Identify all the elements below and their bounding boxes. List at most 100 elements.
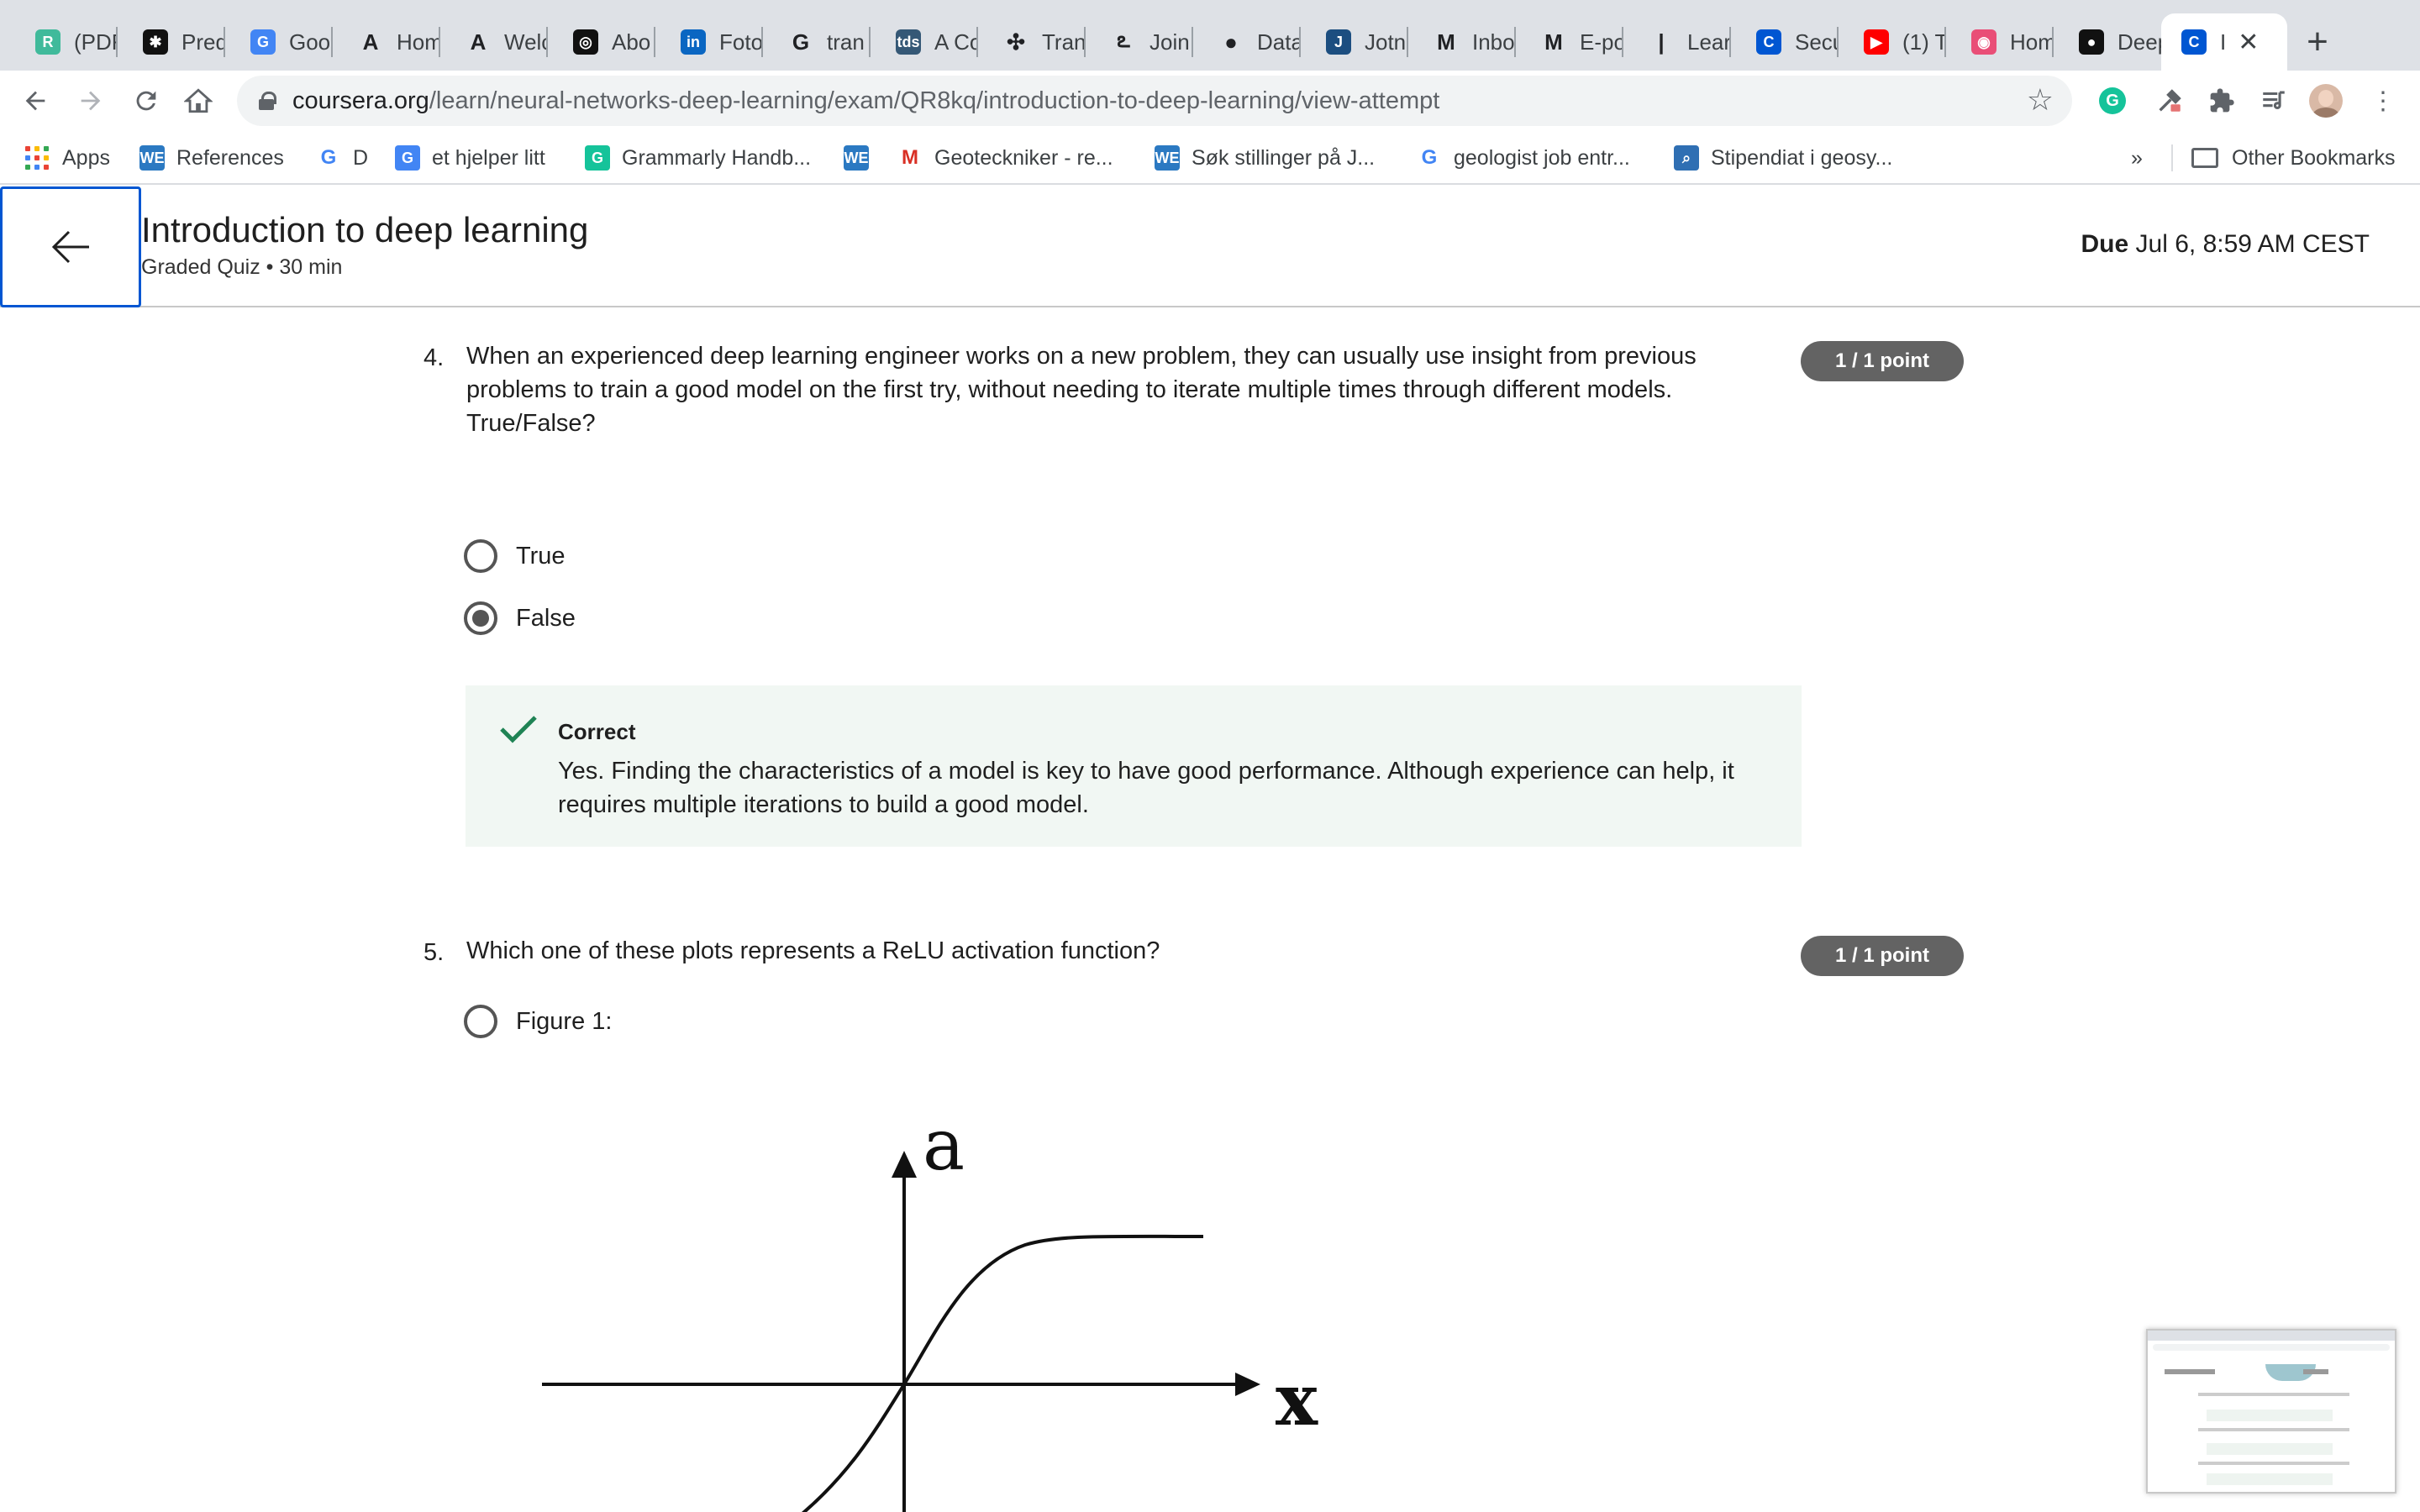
tab-11[interactable]: ● Data xyxy=(1193,13,1301,71)
reload-button[interactable] xyxy=(123,77,170,124)
tab-7[interactable]: Gtran xyxy=(763,13,871,71)
bookmarks-divider xyxy=(2171,144,2173,171)
y-axis-label: a xyxy=(923,1131,965,1186)
tab-13[interactable]: M Inbo xyxy=(1408,13,1516,71)
tab-12[interactable]: J Jotn xyxy=(1301,13,1408,71)
browser-menu-kebab-icon[interactable]: ⋮ xyxy=(2363,81,2403,121)
forward-nav-button[interactable] xyxy=(67,77,114,124)
tab-14[interactable]: M E-po xyxy=(1516,13,1623,71)
tab-label: E-po xyxy=(1580,29,1623,55)
github-icon: ● xyxy=(2079,29,2104,55)
back-nav-button[interactable] xyxy=(12,77,59,124)
answer-option-false[interactable]: False xyxy=(464,601,576,635)
x-axis-arrowhead xyxy=(1235,1373,1260,1396)
bookmark-item[interactable]: G Grammarly Handb... xyxy=(585,143,811,173)
option-label: True xyxy=(516,542,566,570)
window-thumbnail-preview[interactable] xyxy=(2146,1329,2396,1494)
gear-icon: ✱ xyxy=(143,29,168,55)
extensions-puzzle-icon[interactable] xyxy=(2202,81,2242,121)
we-icon: WE xyxy=(139,145,165,171)
target-icon: ◉ xyxy=(1971,29,1996,55)
feedback-panel: Correct Yes. Finding the characteristics… xyxy=(466,685,1802,847)
tab-label: Hom xyxy=(2010,29,2054,55)
google-icon: G xyxy=(1421,146,1438,169)
eyedropper-extension-icon[interactable] xyxy=(2149,81,2190,121)
bookmark-label: Apps xyxy=(62,145,110,170)
quiz-content: 4. When an experienced deep learning eng… xyxy=(0,307,2420,1512)
bookmark-label: Søk stillinger på J... xyxy=(1192,145,1376,170)
url-host: coursera.org xyxy=(292,87,429,114)
tab-0[interactable]: R (PDF xyxy=(10,13,118,71)
answer-option-figure-1[interactable]: Figure 1: xyxy=(464,1005,612,1038)
bookmark-item[interactable]: Get hjelper litt xyxy=(395,143,545,173)
tab-4[interactable]: A Welc xyxy=(440,13,548,71)
profile-avatar[interactable] xyxy=(2306,81,2346,121)
bookmark-star-icon[interactable]: ☆ xyxy=(2027,82,2054,118)
radio-button[interactable] xyxy=(464,1005,497,1038)
arrow-right-icon xyxy=(81,91,101,111)
grammarly-extension-icon[interactable]: G xyxy=(2092,81,2133,121)
y-axis-arrowhead xyxy=(892,1151,917,1178)
bookmark-item[interactable]: WE References xyxy=(139,143,284,173)
url-path: /learn/neural-networks-deep-learning/exa… xyxy=(429,87,1440,114)
feedback-text: Yes. Finding the characteristics of a mo… xyxy=(558,758,1734,818)
tab-6[interactable]: in Foto xyxy=(655,13,763,71)
bookmark-item[interactable]: Apps xyxy=(25,143,110,173)
bookmark-item[interactable]: Ggeologist job entr... xyxy=(1417,143,1630,173)
tab-label: Lear xyxy=(1687,29,1731,55)
bookmark-item[interactable]: WE Søk stillinger på J... xyxy=(1155,143,1375,173)
tab-label: Goo xyxy=(289,29,331,55)
we-icon: WE xyxy=(844,145,869,171)
tab-16[interactable]: C Secu xyxy=(1731,13,1839,71)
due-value: Jul 6, 8:59 AM CEST xyxy=(2135,230,2370,258)
bookmark-label: References xyxy=(176,145,284,170)
search-box-icon: ⌕ xyxy=(1674,145,1699,171)
tab-label: Abo xyxy=(612,29,651,55)
tab-5[interactable]: ◎ Abo xyxy=(548,13,655,71)
tab-active[interactable]: C I ✕ xyxy=(2161,13,2287,71)
radio-button[interactable] xyxy=(464,539,497,573)
tab-10[interactable]: ఽ Join xyxy=(1086,13,1193,71)
apps-grid-icon xyxy=(25,146,49,170)
reload-icon xyxy=(136,91,156,111)
bookmark-label: Grammarly Handb... xyxy=(622,145,812,170)
radio-button-selected[interactable] xyxy=(464,601,497,635)
tab-9[interactable]: ✣ Tran xyxy=(978,13,1086,71)
bookmark-item[interactable]: WE xyxy=(844,143,881,173)
tab-label: Deep xyxy=(2118,29,2161,55)
tab-3[interactable]: A Hom xyxy=(333,13,440,71)
bookmark-item[interactable]: M Geoteckniker - re... xyxy=(897,143,1113,173)
tab-label: Tran xyxy=(1042,29,1086,55)
new-tab-button[interactable]: + xyxy=(2294,18,2341,66)
checkmark-icon xyxy=(500,716,537,743)
option-label: False xyxy=(516,604,576,632)
close-tab-icon[interactable]: ✕ xyxy=(2238,28,2259,57)
tab-18[interactable]: ◉ Hom xyxy=(1946,13,2054,71)
tab-8[interactable]: tds A Co xyxy=(871,13,978,71)
tab-label: Inbo xyxy=(1472,29,1515,55)
other-bookmarks-folder[interactable]: Other Bookmarks xyxy=(2191,143,2396,173)
answer-option-true[interactable]: True xyxy=(464,539,566,573)
tab-label: Data xyxy=(1257,29,1301,55)
we-icon: WE xyxy=(1155,145,1180,171)
bookmarks-overflow-button[interactable]: » xyxy=(2131,143,2143,173)
gmail-icon: M xyxy=(902,146,918,169)
tds-icon: tds xyxy=(896,29,921,55)
home-icon xyxy=(184,88,213,113)
tab-2[interactable]: G Goo xyxy=(225,13,333,71)
bookmark-item[interactable]: GD xyxy=(316,143,368,173)
media-queue-icon[interactable] xyxy=(2254,81,2294,121)
feedback-title: Correct xyxy=(558,719,636,744)
address-bar[interactable]: coursera.org/learn/neural-networks-deep-… xyxy=(237,76,2072,126)
due-label: Due xyxy=(2081,230,2129,258)
back-to-course-button[interactable] xyxy=(0,186,141,307)
due-date: Due Jul 6, 8:59 AM CEST xyxy=(2081,230,2370,259)
tab-1[interactable]: ✱ Pred xyxy=(118,13,225,71)
tab-19[interactable]: ● Deep xyxy=(2054,13,2161,71)
home-button[interactable] xyxy=(175,77,222,124)
tab-17[interactable]: ▶ (1) T xyxy=(1839,13,1946,71)
question-text: When an experienced deep learning engine… xyxy=(466,343,1697,437)
bee-icon: ✣ xyxy=(1007,29,1025,55)
tab-15[interactable]: | Lear xyxy=(1623,13,1731,71)
bookmark-item[interactable]: ⌕ Stipendiat i geosy... xyxy=(1674,143,1892,173)
